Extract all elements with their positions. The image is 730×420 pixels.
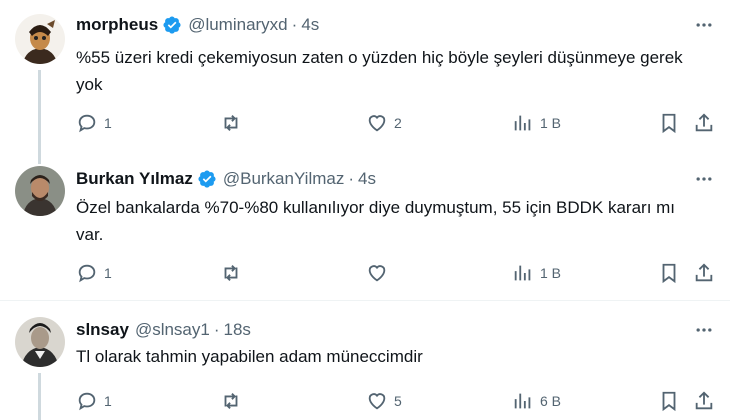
reply-button[interactable]: 1 <box>76 260 112 286</box>
retweet-button[interactable] <box>220 110 248 136</box>
share-button[interactable] <box>693 110 715 136</box>
timestamp[interactable]: 18s <box>224 320 251 340</box>
share-icon <box>695 113 713 132</box>
like-count: 5 <box>394 393 402 409</box>
tweet-text: %55 üzeri kredi çekemiyosun zaten o yüzd… <box>76 48 683 94</box>
share-icon <box>695 263 713 282</box>
bookmark-icon <box>662 391 676 412</box>
display-name[interactable]: slnsay <box>76 320 129 340</box>
timestamp[interactable]: 4s <box>301 15 319 35</box>
action-bar: 1 1 B <box>76 260 721 286</box>
reply-icon <box>78 392 96 411</box>
views-count: 6 B <box>540 393 562 409</box>
reply-count: 1 <box>104 393 112 409</box>
retweet-button[interactable] <box>220 260 248 286</box>
separator-dot: · <box>291 15 298 34</box>
reply-icon <box>78 114 96 133</box>
avatar[interactable] <box>15 166 65 216</box>
like-button[interactable] <box>366 260 394 286</box>
display-name[interactable]: Burkan Yılmaz <box>76 169 193 189</box>
reply-icon <box>78 264 96 283</box>
tweet-2[interactable]: Burkan Yılmaz @BurkanYilmaz · 4s Özel ba… <box>0 160 730 300</box>
more-options-icon[interactable] <box>692 14 716 36</box>
handle[interactable]: @slnsay1 <box>135 320 210 340</box>
bookmark-icon <box>662 263 676 284</box>
more-options-icon[interactable] <box>692 319 716 341</box>
tweet-text: Tl olarak tahmin yapabilen adam müneccim… <box>76 347 423 366</box>
heart-icon <box>368 265 386 282</box>
reply-button[interactable]: 1 <box>76 388 112 414</box>
share-button[interactable] <box>693 388 715 414</box>
retweet-button[interactable] <box>220 388 248 414</box>
separator-dot: · <box>348 169 355 188</box>
views-button[interactable]: 1 B <box>512 260 561 286</box>
tweet-3[interactable]: slnsay @slnsay1 · 18s Tl olarak tahmin y… <box>0 301 730 420</box>
views-count: 1 B <box>540 115 562 131</box>
timestamp[interactable]: 4s <box>358 169 376 189</box>
handle[interactable]: @luminaryxd <box>188 15 287 35</box>
reply-count: 1 <box>104 265 112 281</box>
tweet-header: morpheus @luminaryxd · 4s <box>76 14 319 36</box>
share-button[interactable] <box>693 260 715 286</box>
views-icon <box>514 115 531 131</box>
like-count: 2 <box>394 115 402 131</box>
reply-count: 1 <box>104 115 112 131</box>
retweet-icon <box>224 115 238 131</box>
reply-button[interactable]: 1 <box>76 110 112 136</box>
bookmark-button[interactable] <box>658 260 680 286</box>
tweet-1[interactable]: morpheus @luminaryxd · 4s %55 üzeri kred… <box>0 0 730 160</box>
action-bar: 1 5 6 B <box>76 388 721 414</box>
views-button[interactable]: 6 B <box>512 388 561 414</box>
like-button[interactable]: 2 <box>366 110 402 136</box>
retweet-icon <box>224 265 238 281</box>
action-bar: 1 2 1 B <box>76 110 721 136</box>
heart-icon <box>368 393 386 410</box>
bookmark-icon <box>662 113 676 134</box>
verified-badge-icon <box>198 170 216 188</box>
tweet-text: Özel bankalarda %70-%80 kullanılıyor diy… <box>76 198 676 244</box>
more-options-icon[interactable] <box>692 168 716 190</box>
views-icon <box>514 265 531 281</box>
verified-badge-icon <box>163 16 181 34</box>
avatar[interactable] <box>15 317 65 367</box>
thread-line <box>38 70 41 160</box>
views-count: 1 B <box>540 265 562 281</box>
views-icon <box>514 393 531 409</box>
like-button[interactable]: 5 <box>366 388 402 414</box>
tweet-header: Burkan Yılmaz @BurkanYilmaz · 4s <box>76 168 376 190</box>
avatar[interactable] <box>15 14 65 64</box>
bookmark-button[interactable] <box>658 110 680 136</box>
share-icon <box>695 391 713 410</box>
bookmark-button[interactable] <box>658 388 680 414</box>
retweet-icon <box>224 393 238 409</box>
views-button[interactable]: 1 B <box>512 110 561 136</box>
tweet-header: slnsay @slnsay1 · 18s <box>76 319 251 341</box>
heart-icon <box>368 115 386 132</box>
thread-line <box>38 160 41 164</box>
handle[interactable]: @BurkanYilmaz <box>223 169 345 189</box>
separator-dot: · <box>213 320 220 339</box>
display-name[interactable]: morpheus <box>76 15 158 35</box>
thread-line <box>38 373 41 420</box>
